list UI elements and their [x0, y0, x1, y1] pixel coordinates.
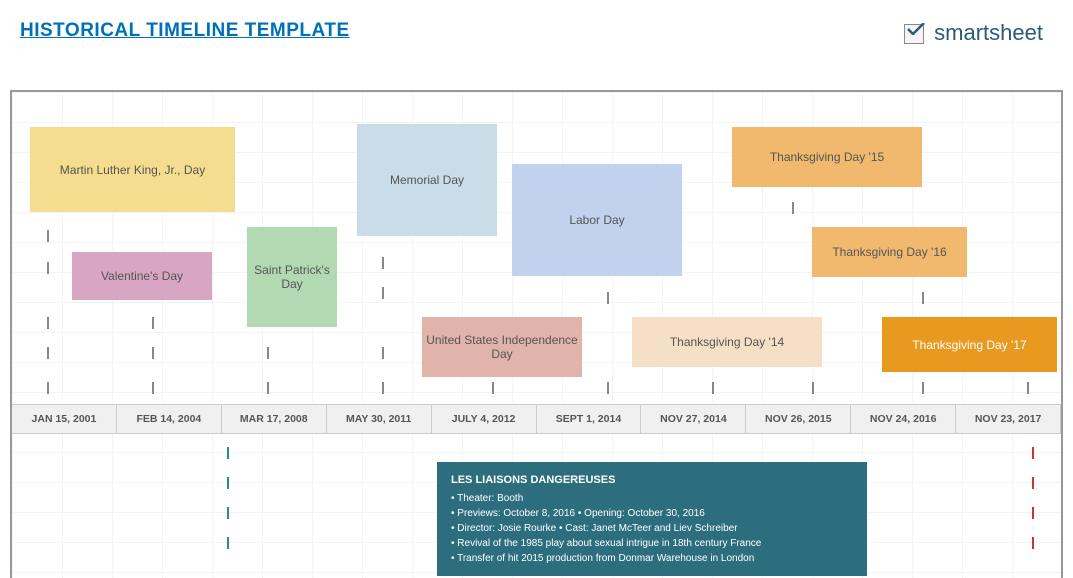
date-cell: MAR 17, 2008 — [222, 405, 327, 433]
tick — [492, 382, 494, 394]
header: HISTORICAL TIMELINE TEMPLATE smartsheet — [0, 0, 1073, 56]
event-memorial: Memorial Day — [357, 124, 497, 236]
tick — [47, 347, 49, 359]
info-title: LES LIAISONS DANGEREUSES — [451, 472, 853, 489]
event-tg17: Thanksgiving Day '17 — [882, 317, 1057, 372]
tick — [1027, 382, 1029, 394]
tick — [812, 382, 814, 394]
info-line: • Transfer of hit 2015 production from D… — [451, 551, 853, 566]
date-cell: NOV 23, 2017 — [956, 405, 1061, 433]
date-cell: NOV 26, 2015 — [746, 405, 851, 433]
tick — [382, 287, 384, 299]
tick — [152, 317, 154, 329]
tick — [607, 382, 609, 394]
page-title: HISTORICAL TIMELINE TEMPLATE — [20, 20, 350, 42]
info-box: LES LIAISONS DANGEREUSES • Theater: Boot… — [437, 462, 867, 576]
tick — [227, 537, 229, 549]
date-cell: FEB 14, 2004 — [117, 405, 222, 433]
tick — [1032, 447, 1034, 459]
tick — [47, 317, 49, 329]
tick — [712, 382, 714, 394]
tick — [47, 262, 49, 274]
date-axis: JAN 15, 2001 FEB 14, 2004 MAR 17, 2008 M… — [12, 404, 1061, 434]
checkmark-icon — [902, 20, 928, 46]
date-cell: NOV 24, 2016 — [851, 405, 956, 433]
event-valentine: Valentine's Day — [72, 252, 212, 300]
info-line: • Previews: October 8, 2016 • Opening: O… — [451, 506, 853, 521]
event-tg14: Thanksgiving Day '14 — [632, 317, 822, 367]
tick — [382, 347, 384, 359]
event-tg16: Thanksgiving Day '16 — [812, 227, 967, 277]
date-cell: NOV 27, 2014 — [641, 405, 746, 433]
event-labor: Labor Day — [512, 164, 682, 276]
tick — [227, 477, 229, 489]
date-cell: SEPT 1, 2014 — [537, 405, 642, 433]
tick — [1032, 537, 1034, 549]
tick — [1032, 477, 1034, 489]
info-line: • Theater: Booth — [451, 491, 853, 506]
tick — [47, 230, 49, 242]
date-cell: JAN 15, 2001 — [12, 405, 117, 433]
tick — [922, 292, 924, 304]
event-stpatrick: Saint Patrick's Day — [247, 227, 337, 327]
smartsheet-logo: smartsheet — [902, 20, 1043, 46]
tick — [267, 382, 269, 394]
tick — [152, 347, 154, 359]
event-tg15: Thanksgiving Day '15 — [732, 127, 922, 187]
tick — [227, 507, 229, 519]
timeline-container: Martin Luther King, Jr., Day Valentine's… — [10, 90, 1063, 578]
info-line: • Director: Josie Rourke • Cast: Janet M… — [451, 521, 853, 536]
logo-text: smartsheet — [934, 20, 1043, 46]
event-mlk: Martin Luther King, Jr., Day — [30, 127, 235, 212]
date-cell: MAY 30, 2011 — [327, 405, 432, 433]
tick — [47, 382, 49, 394]
tick — [267, 347, 269, 359]
tick — [382, 257, 384, 269]
tick — [792, 202, 794, 214]
info-line: • Revival of the 1985 play about sexual … — [451, 536, 853, 551]
tick — [227, 447, 229, 459]
tick — [152, 382, 154, 394]
event-independence: United States Independence Day — [422, 317, 582, 377]
tick — [1032, 507, 1034, 519]
date-cell: JULY 4, 2012 — [432, 405, 537, 433]
tick — [382, 382, 384, 394]
tick — [607, 292, 609, 304]
tick — [922, 382, 924, 394]
